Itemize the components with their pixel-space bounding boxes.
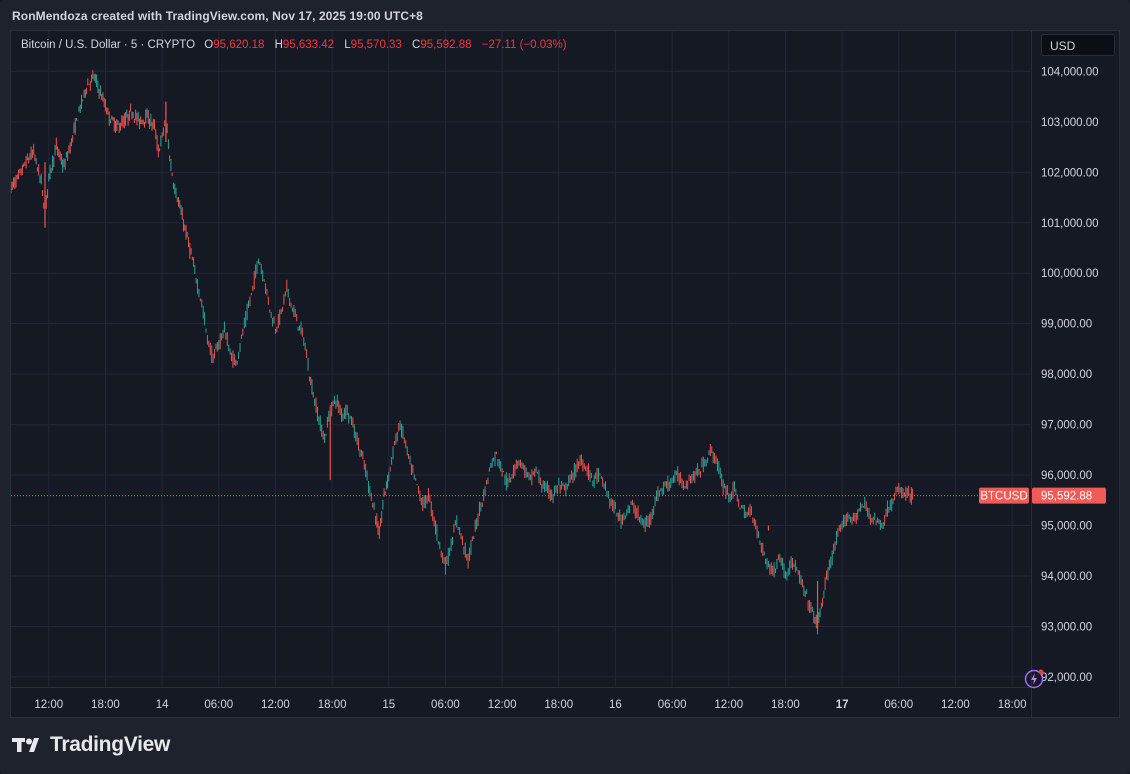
- x-tick-label: 18:00: [91, 699, 120, 711]
- x-tick-label: 06:00: [204, 699, 233, 711]
- x-tick-label: 18:00: [318, 699, 347, 711]
- tradingview-brand: TradingView: [50, 733, 171, 756]
- x-tick-label: 18:00: [998, 699, 1027, 711]
- x-tick-label: 12:00: [941, 699, 970, 711]
- tradingview-logo-icon: [12, 738, 39, 752]
- low-label: L: [344, 39, 351, 51]
- y-tick-label: 99,000.00: [1041, 319, 1092, 331]
- y-tick-label: 94,000.00: [1041, 571, 1092, 583]
- y-tick-label: 96,000.00: [1041, 470, 1092, 482]
- x-tick-label: 15: [382, 699, 395, 711]
- y-tick-label: 98,000.00: [1041, 369, 1092, 381]
- x-tick-label: 12:00: [488, 699, 517, 711]
- attribution-text: RonMendoza created with TradingView.com,…: [12, 9, 423, 23]
- x-tick-label: 18:00: [544, 699, 573, 711]
- y-tick-label: 100,000.00: [1041, 268, 1099, 280]
- chart-pane[interactable]: 104,000.00 103,000.00 102,000.00 101,000.00…: [10, 30, 1120, 718]
- high-label: H: [274, 39, 283, 51]
- x-tick-label: 06:00: [658, 699, 687, 711]
- high-value: 95,633.42: [282, 39, 335, 51]
- x-tick-label: 16: [609, 699, 622, 711]
- open-value: 95,620.18: [213, 39, 265, 51]
- price-chart[interactable]: 104,000.00 103,000.00 102,000.00 101,000.00…: [11, 31, 1119, 717]
- symbol-title[interactable]: Bitcoin / U.S. Dollar · 5 · CRYPTO: [21, 39, 195, 51]
- symbol-tag-label: BTCUSD: [980, 491, 1027, 503]
- x-tick-label: 14: [156, 699, 169, 711]
- currency-selector[interactable]: USD: [1041, 34, 1115, 56]
- y-tick-label: 93,000.00: [1041, 621, 1092, 633]
- last-price-tag-label: 95,592.88: [1041, 491, 1092, 503]
- open-label: O: [204, 39, 214, 51]
- tradingview-footer: TradingView: [12, 732, 170, 758]
- x-tick-label: 12:00: [714, 699, 743, 711]
- y-tick-label: 92,000.00: [1041, 672, 1092, 684]
- close-value: 95,592.88: [420, 39, 472, 51]
- ohlc-legend: Bitcoin / U.S. Dollar · 5 · CRYPTO O95,6…: [21, 39, 574, 51]
- y-tick-label: 103,000.00: [1041, 117, 1099, 129]
- y-tick-label: 95,000.00: [1041, 521, 1092, 533]
- sparkle-badge-icon[interactable]: [1023, 668, 1045, 690]
- y-tick-label: 104,000.00: [1041, 66, 1099, 78]
- y-tick-label: 97,000.00: [1041, 420, 1092, 432]
- y-tick-label: 101,000.00: [1041, 218, 1099, 230]
- change-value: −27.11 (−0.03%): [481, 39, 567, 51]
- screenshot-frame: RonMendoza created with TradingView.com,…: [0, 0, 1130, 774]
- x-tick-label: 18:00: [771, 699, 800, 711]
- x-tick-label: 12:00: [34, 699, 63, 711]
- x-tick-label: 06:00: [884, 699, 913, 711]
- y-tick-label: 102,000.00: [1041, 167, 1099, 179]
- x-tick-label: 17: [836, 699, 849, 711]
- x-tick-label: 06:00: [431, 699, 460, 711]
- x-tick-label: 12:00: [261, 699, 290, 711]
- low-value: 95,570.33: [350, 39, 402, 51]
